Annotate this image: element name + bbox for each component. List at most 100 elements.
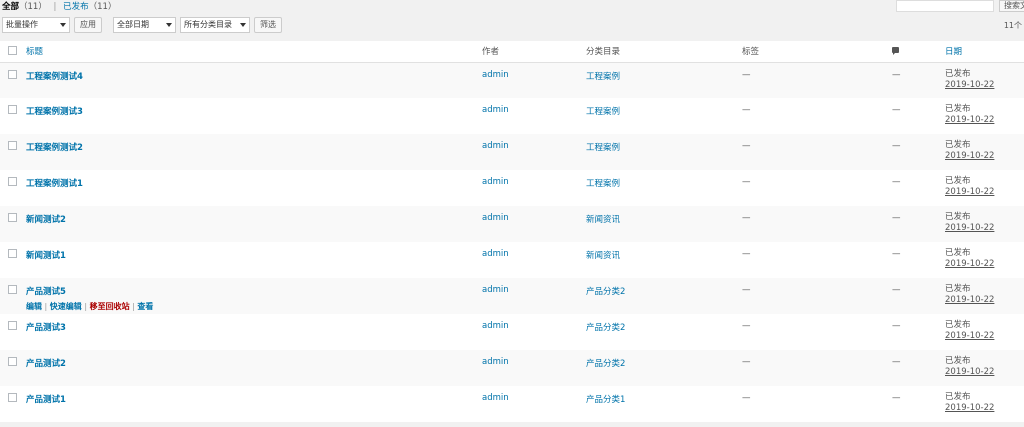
author-link[interactable]: admin xyxy=(482,285,509,295)
post-title-link[interactable]: 工程案例测试3 xyxy=(26,107,83,117)
post-title-link[interactable]: 产品测试3 xyxy=(26,323,66,333)
category-link[interactable]: 新闻资讯 xyxy=(586,251,620,261)
author-link[interactable]: admin xyxy=(482,321,509,331)
category-cell: 产品分类2 xyxy=(586,314,742,350)
chevron-down-icon xyxy=(240,23,246,27)
bulk-action-select[interactable]: 批量操作 xyxy=(2,17,70,33)
view-link[interactable]: 查看 xyxy=(137,302,153,311)
category-link[interactable]: 新闻资讯 xyxy=(586,215,620,225)
author-cell: admin xyxy=(482,314,586,350)
post-date: 2019-10-22 xyxy=(945,187,995,197)
tags-cell: — xyxy=(742,350,892,386)
author-cell: admin xyxy=(482,62,586,98)
chevron-down-icon xyxy=(60,23,66,27)
column-categories: 分类目录 xyxy=(586,41,742,63)
posts-table: 标题 作者 分类目录 标签 日期 工程案例测试4 admin 工程案例 — — 已发布 20… xyxy=(0,41,1024,422)
row-checkbox[interactable] xyxy=(8,105,17,114)
row-checkbox-cell xyxy=(0,98,26,134)
category-link[interactable]: 工程案例 xyxy=(586,143,620,153)
title-cell: 产品测试3 xyxy=(26,314,482,350)
tags-cell: — xyxy=(742,278,892,314)
post-title-link[interactable]: 新闻测试1 xyxy=(26,251,66,261)
row-checkbox[interactable] xyxy=(8,357,17,366)
tags-cell: — xyxy=(742,170,892,206)
comments-value: — xyxy=(892,393,901,403)
title-cell: 新闻测试1 xyxy=(26,242,482,278)
row-checkbox[interactable] xyxy=(8,321,17,330)
view-all-link[interactable]: 全部（11） xyxy=(2,2,47,12)
select-all-checkbox[interactable] xyxy=(8,46,17,56)
category-link[interactable]: 产品分类2 xyxy=(586,323,625,333)
category-link[interactable]: 工程案例 xyxy=(586,107,620,117)
post-title-link[interactable]: 新闻测试2 xyxy=(26,215,66,225)
post-date: 2019-10-22 xyxy=(945,223,995,233)
author-link[interactable]: admin xyxy=(482,177,509,187)
row-action-separator: | xyxy=(132,302,135,311)
category-link[interactable]: 工程案例 xyxy=(586,179,620,189)
column-title[interactable]: 标题 xyxy=(26,41,482,63)
tags-cell: — xyxy=(742,314,892,350)
table-row: 工程案例测试2 admin 工程案例 — — 已发布 2019-10-22 xyxy=(0,134,1024,170)
column-date[interactable]: 日期 xyxy=(945,41,1024,63)
apply-button[interactable]: 应用 xyxy=(74,17,102,33)
row-checkbox[interactable] xyxy=(8,249,17,258)
chevron-down-icon xyxy=(166,23,172,27)
comments-value: — xyxy=(892,213,901,223)
category-link[interactable]: 产品分类2 xyxy=(586,287,625,297)
filter-button[interactable]: 筛选 xyxy=(254,17,282,33)
tags-value: — xyxy=(742,213,751,223)
table-row: 产品测试5 编辑 | 快速编辑 | 移至回收站 | 查看 admin 产品分类2— — 已… xyxy=(0,278,1024,314)
search-input[interactable] xyxy=(896,0,994,12)
trash-link[interactable]: 移至回收站 xyxy=(90,302,130,311)
post-title-link[interactable]: 工程案例测试2 xyxy=(26,143,83,153)
author-link[interactable]: admin xyxy=(482,141,509,151)
author-link[interactable]: admin xyxy=(482,249,509,259)
post-title-link[interactable]: 工程案例测试4 xyxy=(26,72,83,82)
view-published-link[interactable]: 已发布（11） xyxy=(63,2,116,12)
row-checkbox[interactable] xyxy=(8,69,17,79)
author-link[interactable]: admin xyxy=(482,70,509,80)
date-cell: 已发布 2019-10-22 xyxy=(945,386,1024,422)
date-cell: 已发布 2019-10-22 xyxy=(945,170,1024,206)
date-cell: 已发布 2019-10-22 xyxy=(945,134,1024,170)
post-title-link[interactable]: 产品测试2 xyxy=(26,359,66,369)
author-link[interactable]: admin xyxy=(482,105,509,115)
column-title-link[interactable]: 标题 xyxy=(26,47,43,57)
row-checkbox[interactable] xyxy=(8,141,17,150)
column-comments[interactable] xyxy=(892,41,945,63)
comments-cell: — xyxy=(892,98,945,134)
category-link[interactable]: 产品分类1 xyxy=(586,395,625,405)
category-link[interactable]: 工程案例 xyxy=(586,72,620,82)
quick-edit-link[interactable]: 快速编辑 xyxy=(50,302,82,311)
column-date-link[interactable]: 日期 xyxy=(945,47,962,57)
title-cell: 产品测试2 xyxy=(26,350,482,386)
comments-value: — xyxy=(892,321,901,331)
comments-cell: — xyxy=(892,350,945,386)
row-checkbox[interactable] xyxy=(8,393,17,402)
post-status: 已发布 xyxy=(945,140,971,150)
row-checkbox[interactable] xyxy=(8,285,17,294)
tags-value: — xyxy=(742,105,751,115)
row-checkbox[interactable] xyxy=(8,213,17,222)
post-date: 2019-10-22 xyxy=(945,259,995,269)
table-row: 新闻测试1 admin 新闻资讯 — — 已发布 2019-10-22 xyxy=(0,242,1024,278)
post-title-link[interactable]: 产品测试1 xyxy=(26,395,66,405)
post-title-link[interactable]: 工程案例测试1 xyxy=(26,179,83,189)
edit-link[interactable]: 编辑 xyxy=(26,302,42,311)
row-checkbox[interactable] xyxy=(8,177,17,186)
author-link[interactable]: admin xyxy=(482,213,509,223)
row-checkbox-cell xyxy=(0,170,26,206)
post-status: 已发布 xyxy=(945,212,971,222)
search-button[interactable]: 搜索文 xyxy=(999,0,1024,12)
category-cell: 工程案例 xyxy=(586,98,742,134)
date-cell: 已发布 2019-10-22 xyxy=(945,350,1024,386)
post-title-link[interactable]: 产品测试5 xyxy=(26,287,66,297)
author-cell: admin xyxy=(482,350,586,386)
comments-cell: — xyxy=(892,242,945,278)
date-filter-select[interactable]: 全部日期 xyxy=(113,17,176,33)
category-link[interactable]: 产品分类2 xyxy=(586,359,625,369)
title-cell: 工程案例测试2 xyxy=(26,134,482,170)
author-link[interactable]: admin xyxy=(482,393,509,403)
category-filter-select[interactable]: 所有分类目录 xyxy=(180,17,250,33)
author-link[interactable]: admin xyxy=(482,357,509,367)
